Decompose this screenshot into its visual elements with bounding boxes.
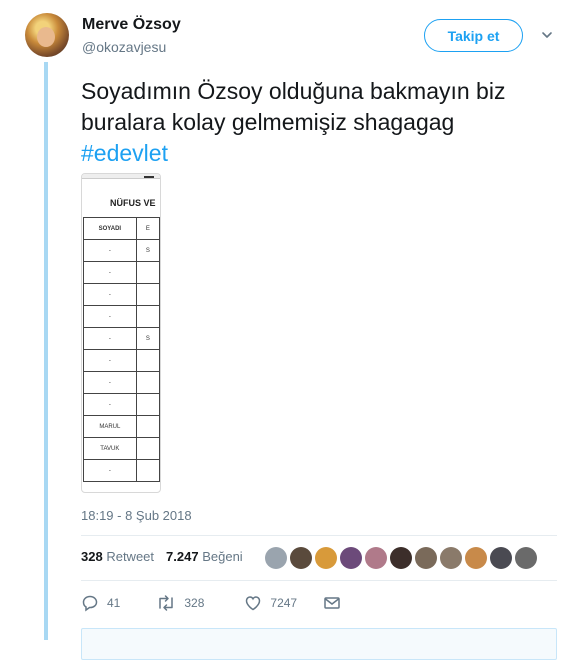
media-table-row: - [83,283,160,306]
like-action[interactable]: 7247 [244,594,297,612]
media-cell-2 [135,393,160,416]
reply-count: 41 [107,596,121,610]
media-phone-button [144,176,154,178]
like-stat[interactable]: 7.247 Beğeni [166,549,243,564]
media-table-row: -S [83,327,160,350]
media-table-row: -S [83,239,160,262]
like-label: Beğeni [202,549,243,564]
media-cell-soyadi: - [83,283,137,306]
liker-avatar[interactable] [340,547,362,569]
liker-avatar[interactable] [515,547,537,569]
thread-line [44,62,48,640]
liker-avatar[interactable] [265,547,287,569]
direct-message-action[interactable] [323,595,341,611]
media-header-2: E [135,217,160,240]
tweet-timestamp[interactable]: 18:19 - 8 Şub 2018 [81,508,192,523]
media-table: SOYADI E - S - - - - S - - - MARUL TAVUK - [83,217,160,482]
media-table-row: - [83,261,160,284]
media-cell-2 [135,261,160,284]
tweet-media-image[interactable]: NÜFUS VE SOYADI E - S - - - - S - - - MARUL TAVUK - [81,173,161,493]
envelope-icon [324,597,340,609]
liker-avatar[interactable] [290,547,312,569]
media-table-header: SOYADI E [83,217,160,240]
chevron-down-icon[interactable] [540,28,554,42]
liker-avatar[interactable] [315,547,337,569]
tweet-text-line2: buralara kolay gelmemişiz shagagag [81,109,455,135]
media-cell-2: S [135,327,160,350]
retweet-label: Retweet [106,549,155,564]
divider-bottom [81,580,557,581]
divider-top [81,535,557,536]
media-cell-soyadi: - [83,261,137,284]
reply-input-box[interactable] [81,628,557,660]
liker-avatar[interactable] [440,547,462,569]
media-cell-soyadi: - [83,459,137,482]
retweet-action-count: 328 [184,596,205,610]
hashtag-link[interactable]: #edevlet [81,138,561,169]
reply-icon [82,595,98,612]
liker-avatar[interactable] [465,547,487,569]
media-cell-2 [135,437,160,460]
media-table-row: - [83,371,160,394]
media-cell-soyadi: - [83,349,137,372]
media-cell-soyadi: - [83,393,137,416]
follow-button[interactable]: Takip et [424,19,523,52]
media-cell-2 [135,459,160,482]
media-table-row: TAVUK [83,437,160,460]
liker-avatar[interactable] [490,547,512,569]
media-cell-2 [135,349,160,372]
media-header-soyadi: SOYADI [83,217,137,240]
author-name[interactable]: Merve Özsoy [82,16,181,34]
media-table-row: - [83,459,160,482]
retweet-action[interactable]: 328 [156,594,204,612]
liker-avatars [265,547,537,569]
retweet-count: 328 [81,549,103,564]
liker-avatar[interactable] [365,547,387,569]
like-action-count: 7247 [270,596,298,610]
author-handle[interactable]: @okozavjesu [82,39,166,55]
tweet-text: Soyadımın Özsoy olduğuna bakmayın biz bu… [81,76,561,169]
media-cell-soyadi: TAVUK [83,437,137,460]
heart-icon [246,596,261,611]
avatar[interactable] [25,13,69,57]
media-cell-soyadi: - [83,305,137,328]
media-cell-soyadi: - [83,239,137,262]
media-cell-2 [135,371,160,394]
media-table-row: - [83,393,160,416]
media-cell-soyadi: - [83,371,137,394]
tweet-text-line1: Soyadımın Özsoy olduğuna bakmayın biz [81,78,506,104]
media-cell-2: S [135,239,160,262]
media-table-row: - [83,305,160,328]
media-table-row: MARUL [83,415,160,438]
like-count: 7.247 [166,549,199,564]
media-table-row: - [83,349,160,372]
media-cell-2 [135,305,160,328]
reply-action[interactable]: 41 [81,594,120,612]
retweet-icon [159,595,174,611]
media-title: NÜFUS VE [110,198,156,208]
media-cell-soyadi: - [83,327,137,350]
retweet-stat[interactable]: 328 Retweet [81,549,154,564]
liker-avatar[interactable] [390,547,412,569]
liker-avatar[interactable] [415,547,437,569]
media-cell-soyadi: MARUL [83,415,137,438]
tweet-actions: 41 328 7247 [81,594,341,612]
engagement-stats: 328 Retweet 7.247 Beğeni [81,549,243,564]
media-cell-2 [135,283,160,306]
media-cell-2 [135,415,160,438]
